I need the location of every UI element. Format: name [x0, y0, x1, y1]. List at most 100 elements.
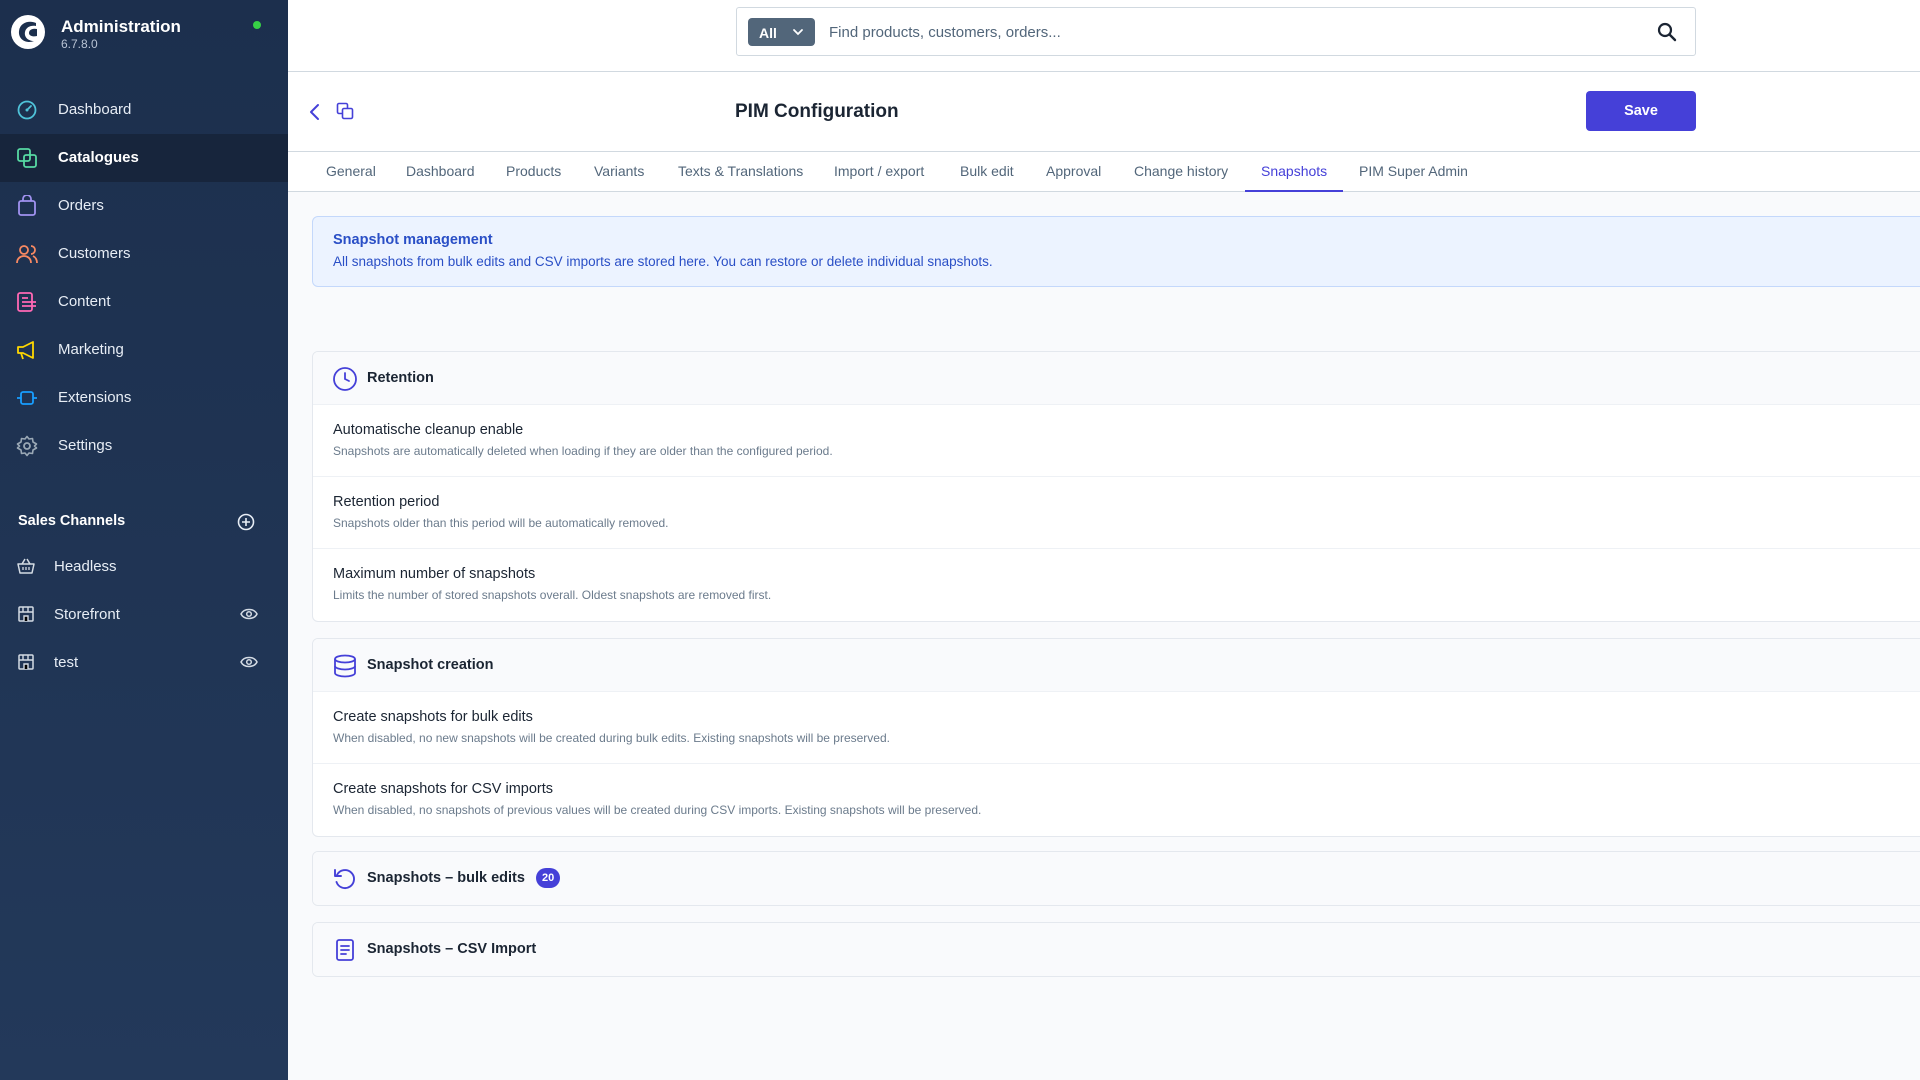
brand[interactable]: Administration 6.7.8.0: [10, 12, 280, 52]
setting-title: Create snapshots for bulk edits: [333, 709, 533, 725]
search-input[interactable]: [829, 20, 1629, 44]
restore-icon: [334, 869, 355, 889]
sidebar-item-orders[interactable]: Orders: [0, 182, 288, 230]
alert-text: All snapshots from bulk edits and CSV im…: [333, 254, 993, 269]
card-title: Snapshot creation: [367, 657, 494, 673]
setting-description: Limits the number of stored snapshots ov…: [333, 588, 772, 602]
setting-row-bulk-edit-snapshots[interactable]: Create snapshots for bulk edits When dis…: [313, 692, 1920, 764]
bulk-edit-snapshots-card: Snapshots – bulk edits 20: [312, 851, 1920, 906]
marketing-icon: [17, 341, 34, 360]
smart-bar: PIM Configuration Save: [288, 72, 1920, 152]
orders-icon: [18, 195, 36, 216]
sidebar-item-settings[interactable]: Settings: [0, 422, 288, 470]
sidebar-item-label: Orders: [58, 197, 104, 214]
top-bar: All: [288, 0, 1920, 72]
search-type-label: All: [759, 25, 777, 41]
card-header[interactable]: Snapshot creation: [313, 639, 1920, 692]
online-status-dot: [253, 21, 261, 29]
sales-channel-test[interactable]: test: [0, 638, 288, 686]
sidebar-item-catalogues[interactable]: Catalogues: [0, 134, 288, 182]
sales-channel-label: Headless: [54, 558, 117, 575]
sidebar-item-label: Catalogues: [58, 149, 139, 166]
database-icon: [334, 654, 356, 678]
storefront-icon: [18, 606, 34, 622]
setting-row-max-snapshots[interactable]: Maximum number of snapshots Limits the n…: [313, 549, 1920, 621]
eye-icon[interactable]: [240, 607, 258, 621]
setting-description: Snapshots are automatically deleted when…: [333, 444, 833, 458]
card-header[interactable]: Snapshots – bulk edits 20: [313, 852, 1920, 905]
setting-title: Create snapshots for CSV imports: [333, 781, 554, 797]
sales-channel-headless[interactable]: Headless: [0, 542, 288, 590]
card-title: Retention: [367, 370, 434, 386]
setting-row-retention-period[interactable]: Retention period Snapshots older than th…: [313, 477, 1920, 549]
global-search: All: [736, 7, 1696, 56]
document-icon: [336, 939, 354, 961]
customers-icon: [16, 245, 38, 264]
sidebar-item-label: Extensions: [58, 389, 132, 406]
setting-title: Automatische cleanup enable: [333, 422, 524, 438]
sidebar-item-label: Customers: [58, 245, 131, 262]
sales-channels-title: Sales Channels: [18, 513, 126, 529]
brand-version: 6.7.8.0: [61, 37, 98, 51]
content-icon: [17, 292, 36, 312]
sidebar-item-label: Marketing: [58, 341, 124, 358]
tab-texts-translations[interactable]: Texts & Translations: [678, 152, 803, 192]
snapshot-count-badge: 20: [536, 868, 561, 888]
tab-variants[interactable]: Variants: [594, 152, 644, 192]
basket-icon: [17, 558, 35, 574]
sidebar-item-customers[interactable]: Customers: [0, 230, 288, 278]
add-sales-channel-icon[interactable]: [237, 513, 255, 531]
chevron-left-icon[interactable]: [308, 102, 322, 122]
setting-description: When disabled, no new snapshots will be …: [333, 731, 890, 745]
sidebar-item-dashboard[interactable]: Dashboard: [0, 86, 288, 134]
snapshot-creation-card: Snapshot creation Create snapshots for b…: [312, 638, 1920, 837]
info-alert: Snapshot management All snapshots from b…: [312, 216, 1920, 287]
page-title: PIM Configuration: [735, 101, 899, 122]
tab-bulk-edit[interactable]: Bulk edit: [960, 152, 1014, 192]
tab-change-history[interactable]: Change history: [1134, 152, 1228, 192]
search-icon[interactable]: [1657, 22, 1677, 42]
main-navigation: Dashboard Catalogues Orders Customers Co…: [0, 86, 288, 470]
sidebar-item-label: Content: [58, 293, 111, 310]
tab-general[interactable]: General: [326, 152, 376, 192]
sidebar: Administration 6.7.8.0 Dashboard Catalog…: [0, 0, 288, 1080]
setting-description: When disabled, no snapshots of previous …: [333, 803, 982, 817]
tab-snapshots[interactable]: Snapshots: [1245, 152, 1344, 192]
tab-approval[interactable]: Approval: [1046, 152, 1101, 192]
eye-icon[interactable]: [240, 655, 258, 669]
tab-pim-super-admin[interactable]: PIM Super Admin: [1359, 152, 1468, 192]
search-type-dropdown[interactable]: All: [748, 18, 815, 46]
storefront-icon: [18, 654, 34, 670]
setting-row-auto-cleanup[interactable]: Automatische cleanup enable Snapshots ar…: [313, 405, 1920, 477]
shopware-logo-icon: [11, 15, 45, 49]
setting-title: Maximum number of snapshots: [333, 566, 536, 582]
sales-channels-header: Sales Channels: [18, 512, 258, 532]
tab-import-export[interactable]: Import / export: [834, 152, 924, 192]
sidebar-item-marketing[interactable]: Marketing: [0, 326, 288, 374]
sales-channel-storefront[interactable]: Storefront: [0, 590, 288, 638]
alert-title: Snapshot management: [333, 232, 493, 248]
copy-icon[interactable]: [336, 102, 354, 120]
settings-icon: [16, 435, 38, 457]
tab-bar: General Dashboard Products Variants Text…: [288, 152, 1920, 192]
brand-title: Administration: [61, 17, 181, 36]
setting-title: Retention period: [333, 494, 440, 510]
sidebar-item-content[interactable]: Content: [0, 278, 288, 326]
save-button[interactable]: Save: [1586, 91, 1696, 131]
setting-description: Snapshots older than this period will be…: [333, 516, 669, 530]
retention-card: Retention Automatische cleanup enable Sn…: [312, 351, 1920, 622]
tab-products[interactable]: Products: [506, 152, 561, 192]
sales-channel-label: test: [54, 654, 79, 671]
setting-row-csv-import-snapshots[interactable]: Create snapshots for CSV imports When di…: [313, 764, 1920, 836]
card-title: Snapshots – bulk edits: [367, 870, 525, 886]
tab-dashboard[interactable]: Dashboard: [406, 152, 475, 192]
sidebar-item-extensions[interactable]: Extensions: [0, 374, 288, 422]
card-header[interactable]: Retention: [313, 352, 1920, 405]
clock-icon: [333, 367, 357, 391]
dashboard-icon: [17, 100, 37, 120]
card-header[interactable]: Snapshots – CSV Import: [313, 923, 1920, 976]
card-title: Snapshots – CSV Import: [367, 941, 537, 957]
csv-import-snapshots-card: Snapshots – CSV Import: [312, 922, 1920, 977]
sales-channel-label: Storefront: [54, 606, 120, 623]
sidebar-item-label: Dashboard: [58, 101, 132, 118]
